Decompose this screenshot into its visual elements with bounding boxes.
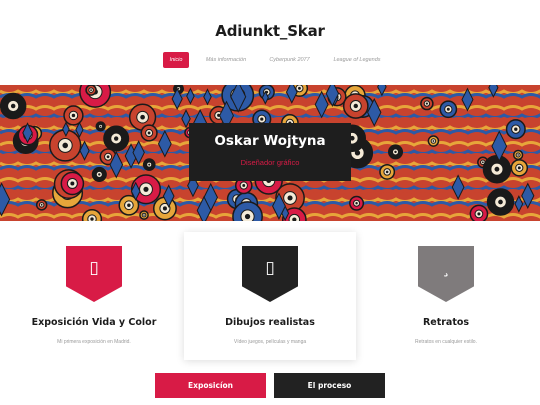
comma-icon: ¸	[441, 258, 451, 278]
main-nav: Inicio Más información Cyberpunk 2077 Le…	[0, 52, 540, 68]
hero-card: Oskar Wojtyna Diseñador gráfico	[189, 123, 351, 181]
site-title: Adiunkt_Skar	[215, 22, 325, 40]
nav-item-mas-informacion[interactable]: Más información	[199, 52, 253, 68]
hero-banner: Oskar Wojtyna Diseñador gráfico	[0, 85, 540, 221]
feature-title: Exposición Vida y Color	[31, 317, 157, 328]
nav-item-league-of-legends[interactable]: League of Legends	[326, 52, 388, 68]
feature-card-exposicion[interactable]: ▯ Exposición Vida y Color Mi primera exp…	[8, 232, 180, 360]
feature-description: Mi primera exposición en Madrid.	[57, 339, 131, 345]
feature-description: Vídeo juegos, películas y manga	[233, 339, 307, 345]
nav-item-inicio[interactable]: Inicio	[163, 52, 189, 68]
hero-name: Oskar Wojtyna	[214, 133, 326, 149]
hero-role: Diseñador gráfico	[240, 158, 300, 167]
el-proceso-button[interactable]: El proceso	[274, 373, 385, 398]
nav-item-cyberpunk-2077[interactable]: Cyberpunk 2077	[262, 52, 317, 68]
feature-description: Retratos en cualquier estilo.	[415, 339, 477, 345]
image-icon: ▯	[265, 258, 275, 278]
exposicion-button[interactable]: Exposicíon	[155, 373, 266, 398]
feature-title: Retratos	[422, 317, 470, 328]
feature-badge: ▯	[66, 246, 122, 302]
feature-card-dibujos[interactable]: ▯ Dibujos realistas Vídeo juegos, pelícu…	[184, 232, 356, 360]
feature-badge: ▯	[242, 246, 298, 302]
feature-badge: ¸	[418, 246, 474, 302]
feature-card-retratos[interactable]: ¸ Retratos Retratos en cualquier estilo.	[360, 232, 532, 360]
feature-title: Dibujos realistas	[225, 317, 315, 328]
image-icon: ▯	[89, 258, 99, 278]
